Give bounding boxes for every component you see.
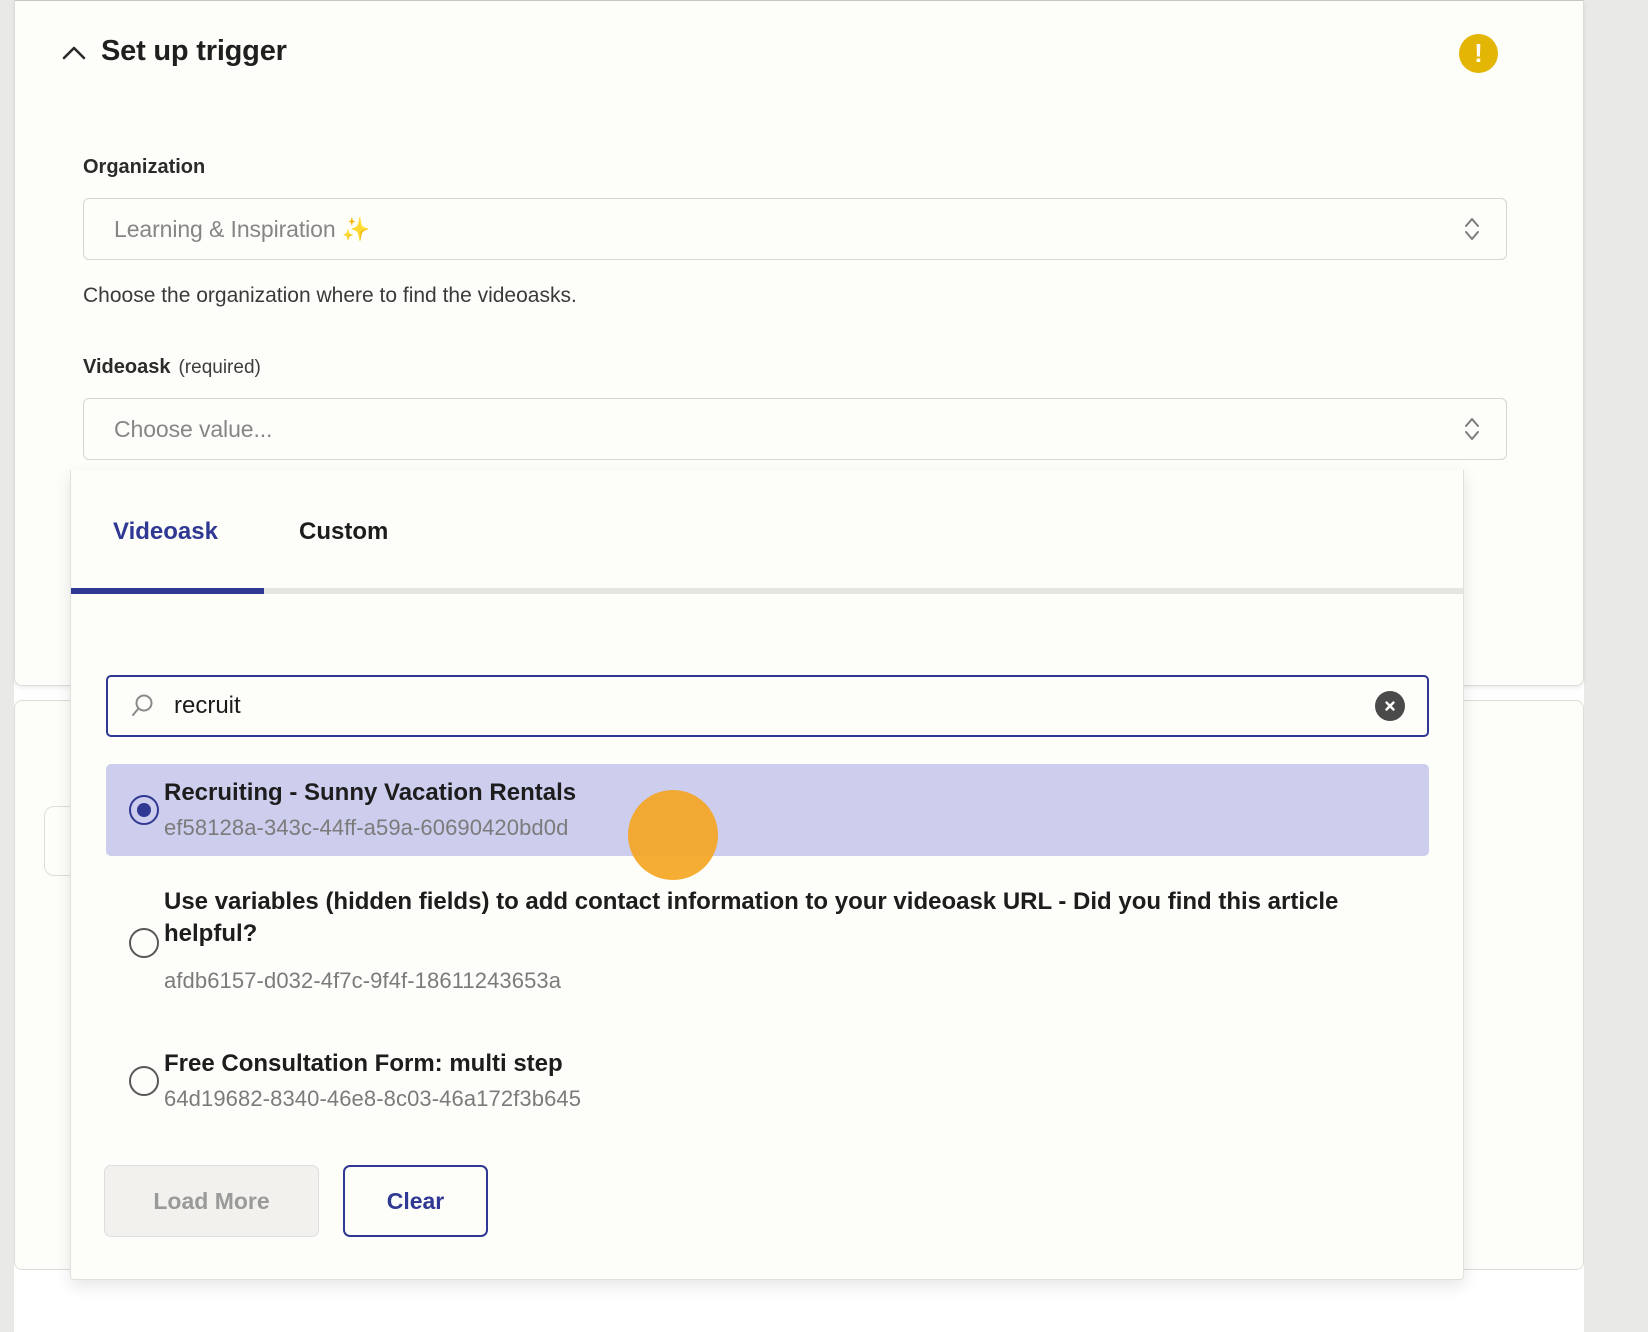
clear-search-icon[interactable] bbox=[1375, 691, 1405, 721]
list-item[interactable]: Free Consultation Form: multi step 64d19… bbox=[106, 1035, 1429, 1127]
chevron-up-down-icon bbox=[1462, 214, 1482, 244]
search-field[interactable]: recruit bbox=[106, 675, 1429, 737]
chevron-up-icon[interactable] bbox=[59, 39, 89, 69]
radio-button[interactable] bbox=[129, 1066, 159, 1096]
organization-label: Organization bbox=[83, 156, 206, 178]
load-more-button[interactable]: Load More bbox=[104, 1165, 319, 1237]
option-uuid: ef58128a-343c-44ff-a59a-60690420bd0d bbox=[164, 815, 569, 840]
radio-button-selected[interactable] bbox=[129, 795, 159, 825]
videoask-select[interactable]: Choose value... bbox=[83, 398, 1507, 460]
exclamation-icon: ! bbox=[1474, 37, 1483, 68]
search-input-value: recruit bbox=[174, 692, 241, 719]
option-uuid: afdb6157-d032-4f7c-9f4f-18611243653a bbox=[164, 968, 562, 993]
page-edge-right bbox=[1584, 0, 1648, 1332]
page-title: Set up trigger bbox=[101, 35, 287, 67]
app-root: Set up trigger ! Organization Learning &… bbox=[0, 0, 1648, 1332]
tab-videoask[interactable]: Videoask bbox=[113, 518, 218, 546]
radio-button[interactable] bbox=[129, 928, 159, 958]
videoask-label-text: Videoask bbox=[83, 356, 171, 378]
list-item[interactable]: Recruiting - Sunny Vacation Rentals ef58… bbox=[106, 764, 1429, 856]
dropdown-tabs: Videoask Custom bbox=[71, 470, 1463, 592]
videoask-dropdown-panel: Videoask Custom recruit Recruiting - Sun… bbox=[70, 470, 1464, 1280]
option-title: Use variables (hidden fields) to add con… bbox=[164, 888, 1339, 947]
organization-value: Learning & Inspiration ✨ bbox=[114, 215, 371, 242]
videoask-label: Videoask (required) bbox=[83, 356, 261, 379]
search-icon bbox=[128, 691, 158, 721]
chevron-up-down-icon bbox=[1462, 414, 1482, 444]
organization-select[interactable]: Learning & Inspiration ✨ bbox=[83, 198, 1507, 260]
tab-custom[interactable]: Custom bbox=[299, 518, 388, 546]
organization-helper-text: Choose the organization where to find th… bbox=[83, 284, 577, 307]
videoask-placeholder: Choose value... bbox=[114, 415, 273, 442]
clear-button[interactable]: Clear bbox=[343, 1165, 488, 1237]
option-title: Free Consultation Form: multi step bbox=[164, 1050, 563, 1077]
videoask-required-note: (required) bbox=[178, 357, 261, 378]
option-uuid: 64d19682-8340-46e8-8c03-46a172f3b645 bbox=[164, 1086, 582, 1111]
list-item[interactable]: Use variables (hidden fields) to add con… bbox=[106, 878, 1429, 1018]
page-edge-left bbox=[0, 0, 14, 1332]
tab-track bbox=[71, 588, 1463, 594]
warning-badge[interactable]: ! bbox=[1459, 34, 1498, 73]
option-title: Recruiting - Sunny Vacation Rentals bbox=[164, 779, 577, 806]
tab-active-underline bbox=[71, 588, 264, 594]
